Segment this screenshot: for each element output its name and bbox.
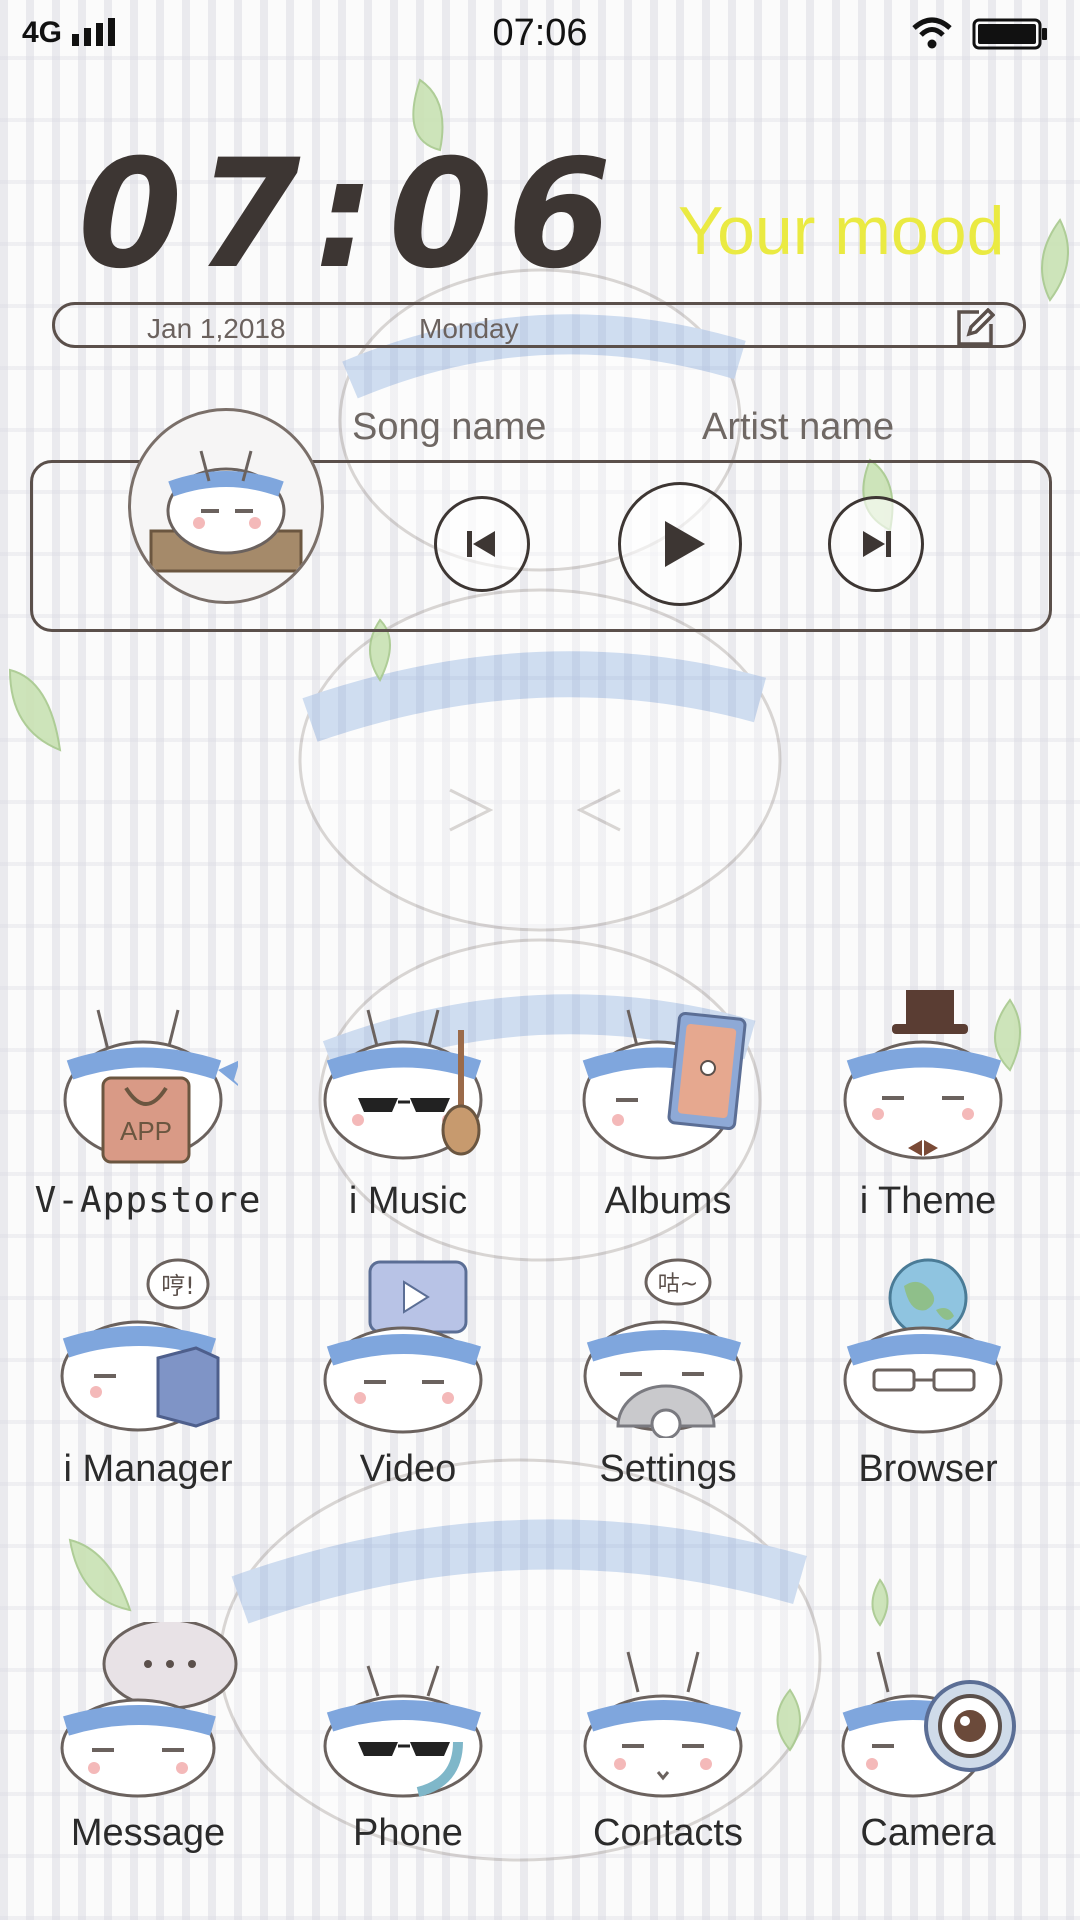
wifi-icon [912,17,952,49]
theme-icon [843,990,1003,1160]
manager-icon: 哼! [60,1258,220,1432]
mood-text[interactable]: Your mood [678,192,1004,270]
music-icon [323,1009,483,1160]
svg-text:哼!: 哼! [161,1272,195,1300]
browser-icon [843,1258,1003,1434]
app-v-appstore[interactable]: APP V-Appstore [18,990,278,1230]
app-video[interactable]: Video [278,1258,538,1498]
app-phone[interactable]: Phone [278,1622,538,1862]
previous-icon [467,531,495,557]
app-settings[interactable]: 咕~ Settings [538,1258,798,1498]
battery-icon [972,18,1047,50]
app-contacts[interactable]: Contacts [538,1622,798,1862]
app-camera[interactable]: Camera [798,1622,1058,1862]
app-label: i Theme [859,1180,997,1222]
edit-icon[interactable] [955,308,995,348]
album-character-icon [149,450,303,573]
svg-text:APP: APP [120,1116,172,1146]
artist-name: Artist name [702,406,895,448]
app-label: i Music [348,1180,468,1222]
previous-button[interactable] [434,496,530,592]
camera-icon [841,1651,1016,1798]
app-browser[interactable]: Browser [798,1258,1058,1498]
status-bar: 4G 07:06 [0,0,1080,64]
app-message[interactable]: Message [18,1622,278,1862]
next-button[interactable] [828,496,924,592]
song-name: Song name [352,406,547,448]
album-art[interactable] [128,408,324,604]
contacts-icon [583,1651,743,1798]
app-label: V-Appstore [34,1180,262,1221]
app-albums[interactable]: Albums [538,990,798,1230]
settings-icon: 咕~ [583,1258,743,1438]
date-text: Jan 1,2018 [147,313,286,344]
app-label: Camera [860,1812,996,1854]
app-label: Browser [858,1448,998,1490]
app-label: Settings [599,1448,737,1490]
weekday-text: Monday [419,313,519,344]
app-i-theme[interactable]: i Theme [798,990,1058,1230]
video-icon [323,1260,483,1434]
clock-time[interactable]: 07:06 [78,140,625,290]
app-label: Albums [604,1180,732,1222]
app-label: Contacts [593,1812,743,1854]
phone-icon [323,1665,483,1798]
app-label: i Manager [63,1448,233,1490]
app-label: Video [359,1448,457,1490]
app-i-manager[interactable]: 哼! i Manager [18,1258,278,1498]
app-i-music[interactable]: i Music [278,990,538,1230]
next-icon [863,531,891,557]
svg-text:咕~: 咕~ [658,1272,698,1297]
message-icon [60,1622,238,1798]
play-icon [665,521,705,567]
albums-icon [582,1009,747,1160]
app-label: Message [70,1812,226,1854]
play-button[interactable] [618,482,742,606]
appstore-icon: APP [63,1009,238,1164]
date-bar[interactable]: Jan 1,2018 Monday [52,302,1026,348]
app-label: Phone [353,1812,463,1854]
